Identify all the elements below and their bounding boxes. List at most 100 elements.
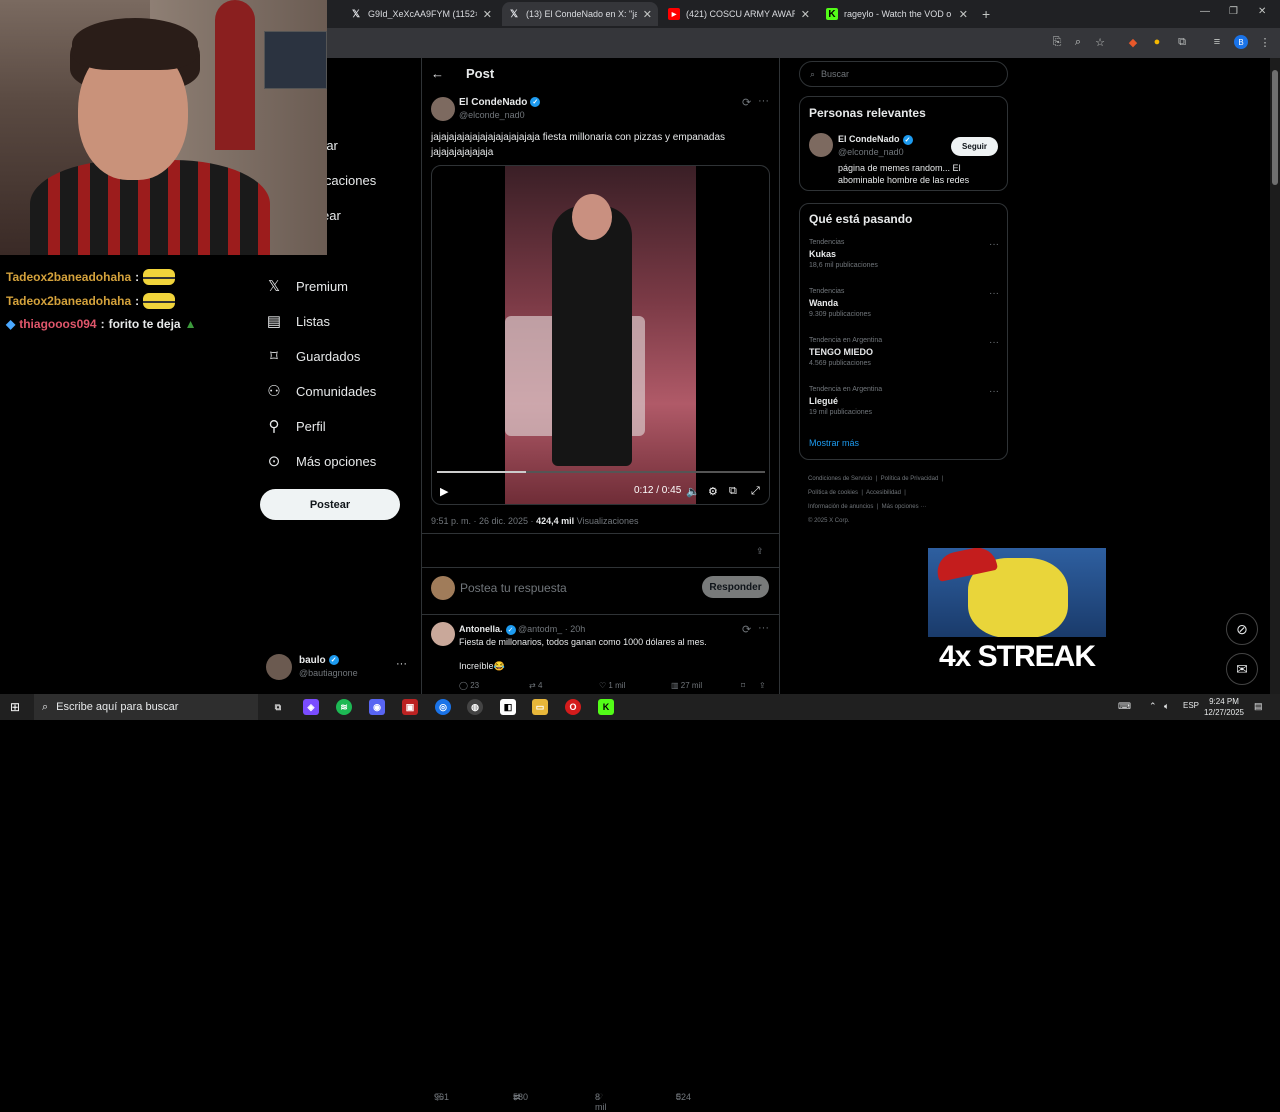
reply-author[interactable]: Antonella. ✓ @antodm_ · 20h [459, 624, 585, 635]
nav-item-profile[interactable]: ⚲ Perfil [266, 417, 326, 435]
nav-item-more[interactable]: ⊙ Más opciones [266, 452, 377, 470]
more-icon[interactable]: ··· [989, 337, 999, 348]
close-icon[interactable]: ✕ [483, 8, 492, 21]
profile-avatar[interactable]: B [1234, 35, 1248, 49]
grok-icon[interactable]: ⟳ [742, 623, 751, 636]
footer-link[interactable]: Más opciones ··· [882, 504, 927, 510]
app-icon[interactable]: ▣ [402, 699, 418, 715]
opera-icon[interactable]: O [565, 699, 581, 715]
restore-icon[interactable]: ❐ [1229, 6, 1238, 17]
show-more-link[interactable]: Mostrar más [809, 438, 859, 448]
messages-button[interactable]: ✉ [1226, 653, 1258, 685]
footer-link[interactable]: Condiciones de Servicio [808, 476, 872, 482]
avatar[interactable] [431, 622, 455, 646]
extensions-puzzle-icon[interactable]: ⧉ [1175, 36, 1189, 49]
like-action[interactable]: ♡ 1 mil [599, 681, 625, 690]
grok-icon: ⊘ [1236, 620, 1248, 637]
trend-item[interactable]: Tendencias Wanda 9.309 publicaciones ··· [809, 288, 999, 318]
scrollbar[interactable] [1270, 58, 1280, 694]
install-icon[interactable]: ⎘ [1050, 36, 1064, 49]
menu-icon[interactable]: ⋮ [1258, 36, 1272, 49]
fullscreen-icon[interactable]: ⤢ [751, 485, 760, 498]
scrollbar-thumb[interactable] [1272, 70, 1278, 185]
reading-list-icon[interactable]: ≡ [1210, 36, 1224, 48]
zoom-icon[interactable]: ⌕ [1071, 36, 1085, 49]
kick-icon[interactable]: K [598, 699, 614, 715]
close-icon[interactable]: ✕ [959, 8, 968, 21]
footer-link[interactable]: Información de anuncios [808, 504, 873, 510]
tab-image[interactable]: 𝕏 G9Id_XeXcAA9FYM (1152×204 ✕ [344, 2, 498, 26]
taskbar-search[interactable]: ⌕ Escribe aquí para buscar [34, 694, 258, 720]
search-input[interactable]: ⌕ Buscar [799, 61, 1008, 87]
discord-icon[interactable]: ◉ [369, 699, 385, 715]
more-icon[interactable]: ··· [758, 622, 769, 634]
new-tab-button[interactable]: + [982, 6, 990, 22]
clock[interactable]: 9:24 PM 12/27/2025 [1200, 696, 1248, 718]
footer-link[interactable]: Política de Privacidad [881, 476, 939, 482]
close-window-icon[interactable]: ✕ [1258, 6, 1266, 17]
account-switcher[interactable]: baulo ✓ @bautiagnone ··· [266, 654, 412, 682]
task-view-icon[interactable]: ⧉ [270, 699, 286, 715]
trend-item[interactable]: Tendencia en Argentina TENGO MIEDO 4.569… [809, 337, 999, 367]
tab-x-post[interactable]: 𝕏 (13) El CondeNado en X: "jajaja ✕ [502, 2, 658, 26]
nav-item-partial[interactable]: icaciones [322, 173, 376, 188]
bookmark-star-icon[interactable]: ☆ [1093, 36, 1107, 49]
back-arrow-icon[interactable]: ← [431, 66, 444, 81]
more-icon[interactable]: ··· [989, 386, 999, 397]
share-icon[interactable]: ⇪ [756, 546, 764, 557]
chrome-icon[interactable]: ◎ [435, 699, 451, 715]
avatar[interactable] [809, 133, 833, 157]
spotify-icon[interactable]: ≋ [336, 699, 352, 715]
notifications-icon[interactable]: ▤ [1254, 701, 1263, 712]
minimize-icon[interactable]: — [1200, 6, 1210, 17]
play-icon[interactable]: ▶ [440, 485, 448, 498]
tab-youtube[interactable]: ▶ (421) COSCU ARMY AWARDS 2 ✕ [662, 2, 816, 26]
footer-link[interactable]: Política de cookies [808, 490, 858, 496]
nav-item-premium[interactable]: 𝕏 Premium [266, 277, 348, 295]
volume-icon[interactable]: 🔈 [686, 485, 700, 498]
trend-item[interactable]: Tendencias Kukas 18,6 mil publicaciones … [809, 239, 999, 269]
grok-button[interactable]: ⊘ [1226, 613, 1258, 645]
file-explorer-icon[interactable]: ▭ [532, 699, 548, 715]
views-action[interactable]: ▥ 27 mil [671, 681, 702, 690]
reply-action[interactable]: ◯ 23 [459, 681, 479, 690]
footer-link[interactable]: Accesibilidad [866, 490, 901, 496]
person-name[interactable]: El CondeNado ✓ [838, 134, 913, 145]
reply-button[interactable]: Responder [702, 576, 769, 598]
close-icon[interactable]: ✕ [643, 8, 652, 21]
post-button[interactable]: Postear [260, 489, 400, 520]
grok-icon[interactable]: ⟳ [742, 96, 751, 109]
tab-kick[interactable]: K rageylo - Watch the VOD o ✕ [820, 2, 974, 26]
video-progress[interactable] [437, 471, 765, 473]
more-icon[interactable]: ··· [989, 288, 999, 299]
chevron-up-icon[interactable]: ⌃ [1149, 701, 1157, 712]
reply-input[interactable]: Postea tu respuesta [460, 581, 567, 595]
nav-item-lists[interactable]: ▤ Listas [266, 312, 330, 330]
close-icon[interactable]: ✕ [801, 8, 810, 21]
more-icon[interactable]: ··· [396, 658, 407, 670]
obs-icon[interactable]: ◍ [467, 699, 483, 715]
follow-button[interactable]: Seguir [951, 137, 998, 156]
settings-icon[interactable]: ⚙ [708, 485, 718, 498]
nav-item-bookmarks[interactable]: ⌑ Guardados [266, 347, 360, 365]
windows-start-icon[interactable]: ⊞ [10, 700, 20, 714]
trend-item[interactable]: Tendencia en Argentina Llegué 19 mil pub… [809, 386, 999, 416]
more-icon[interactable]: ··· [989, 239, 999, 250]
bookmark-icon[interactable]: ⌑ [741, 681, 745, 690]
share-icon[interactable]: ⇪ [759, 681, 766, 690]
extension-icon[interactable]: ◆ [1126, 36, 1140, 49]
repost-action[interactable]: ⇄ 4 [529, 681, 542, 690]
copilot-icon[interactable]: ◈ [303, 699, 319, 715]
language-indicator[interactable]: ESP [1183, 701, 1199, 710]
keyboard-icon[interactable]: ⌨ [1118, 701, 1131, 712]
author-handle[interactable]: @elconde_nad0 [459, 110, 525, 120]
avatar[interactable] [431, 97, 455, 121]
nav-item-communities[interactable]: ⚇ Comunidades [266, 382, 376, 400]
volume-icon[interactable]: 🔈︎ [1164, 701, 1169, 712]
more-icon[interactable]: ··· [758, 95, 769, 107]
video-player[interactable]: ▶ 0:12 / 0:45 🔈 ⚙ ⧉ ⤢ [431, 165, 770, 505]
pip-icon[interactable]: ⧉ [729, 485, 737, 498]
extension-icon[interactable]: ● [1150, 36, 1164, 48]
app-icon[interactable]: ◧ [500, 699, 516, 715]
author-name[interactable]: El CondeNado ✓ [459, 97, 541, 108]
